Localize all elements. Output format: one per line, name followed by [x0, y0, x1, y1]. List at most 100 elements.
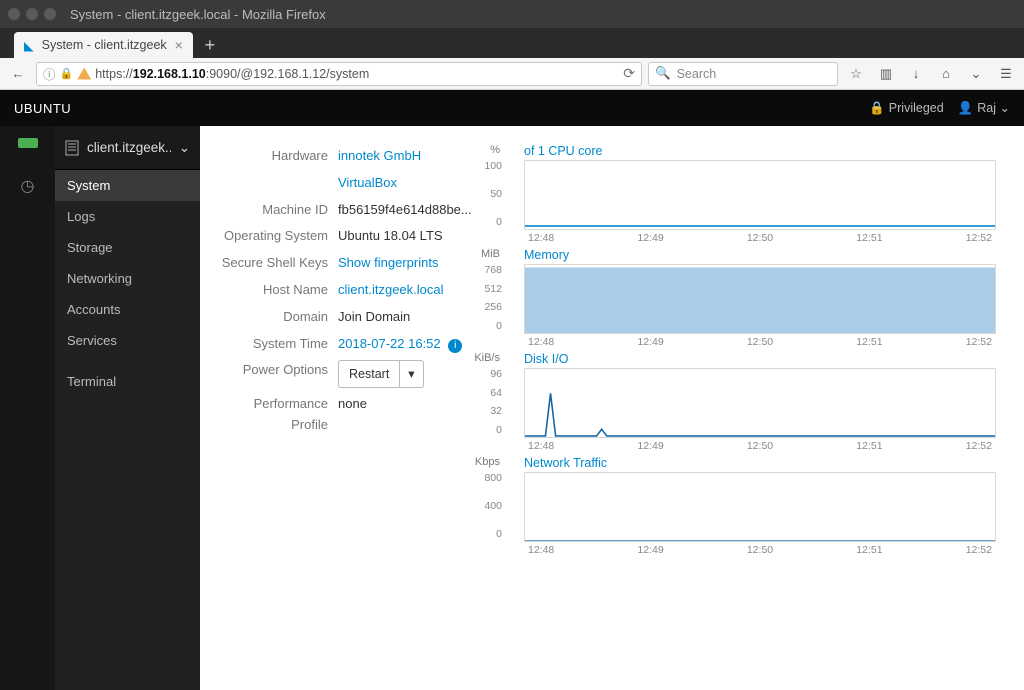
info-icon: i [448, 339, 462, 353]
power-options-button[interactable]: Restart ▾ [338, 360, 424, 388]
nav-accounts[interactable]: Accounts [55, 294, 200, 325]
ytick: 512 [480, 283, 502, 295]
ytick: 0 [480, 528, 502, 540]
chevron-down-icon: ⌄ [1000, 101, 1010, 115]
nav-services[interactable]: Services [55, 325, 200, 356]
side-nav: client.itzgeek.... ⌄ System Logs Storage… [55, 126, 200, 690]
browser-tab[interactable]: ◣ System - client.itzgeek × [14, 32, 193, 58]
label-ssh: Secure Shell Keys [220, 253, 338, 274]
chart-disk-title[interactable]: Disk I/O [524, 352, 568, 366]
ytick: 0 [480, 424, 502, 436]
search-icon: 🔍 [655, 66, 671, 81]
bookmark-star-icon[interactable]: ☆ [844, 62, 868, 86]
ytick: 0 [480, 320, 502, 332]
chart-cpu-unit: % [474, 144, 500, 156]
nav-networking[interactable]: Networking [55, 263, 200, 294]
restart-label: Restart [339, 361, 399, 387]
url-scheme: https:// [95, 67, 133, 81]
back-button[interactable]: ← [6, 62, 30, 86]
security-warning-icon [77, 68, 91, 80]
xtick: 12:48 [528, 440, 554, 452]
chart-network: Kbps Network Traffic 800 400 0 12:48 12:… [504, 458, 996, 556]
chart-cpu-title[interactable]: of 1 CPU core [524, 144, 603, 158]
pocket-icon[interactable]: ⌄ [964, 62, 988, 86]
user-menu[interactable]: 👤Raj ⌄ [958, 100, 1010, 116]
system-info-table: Hardware innotek GmbH VirtualBox Machine… [220, 146, 480, 680]
chart-memory-title[interactable]: Memory [524, 248, 569, 262]
cpu-series-line [525, 225, 995, 227]
value-virtualbox[interactable]: VirtualBox [338, 173, 397, 194]
xtick: 12:51 [856, 232, 882, 244]
window-titlebar: System - client.itzgeek.local - Mozilla … [0, 0, 1024, 28]
nav-system[interactable]: System [55, 170, 200, 201]
label-systime: System Time [220, 334, 338, 355]
value-perf: none [338, 394, 367, 436]
window-maximize-button[interactable] [44, 8, 56, 20]
dashboard-icon[interactable]: ◷ [21, 176, 35, 196]
xtick: 12:50 [747, 544, 773, 556]
value-hardware[interactable]: innotek GmbH [338, 146, 421, 167]
disk-series-line [525, 369, 995, 437]
search-placeholder: Search [677, 67, 717, 81]
xtick: 12:51 [856, 544, 882, 556]
host-name: client.itzgeek.... [87, 140, 171, 155]
host-picker[interactable]: client.itzgeek.... ⌄ [55, 126, 200, 170]
window-title: System - client.itzgeek.local - Mozilla … [70, 7, 326, 22]
chart-disk-plot[interactable] [524, 368, 996, 438]
charts-column: % of 1 CPU core 100 50 0 12:48 12:49 12:… [504, 146, 996, 680]
tab-favicon: ◣ [24, 38, 34, 53]
chart-memory-plot[interactable] [524, 264, 996, 334]
xtick: 12:50 [747, 336, 773, 348]
chart-network-plot[interactable] [524, 472, 996, 542]
chart-network-yaxis: 800 400 0 [480, 472, 502, 540]
content-area: Hardware innotek GmbH VirtualBox Machine… [200, 126, 1024, 690]
url-bar[interactable]: ⓘ 🔒 https://192.168.1.10:9090/@192.168.1… [36, 62, 642, 86]
label-hardware: Hardware [220, 146, 338, 167]
url-text: https://192.168.1.10:9090/@192.168.1.12/… [95, 67, 369, 81]
window-minimize-button[interactable] [26, 8, 38, 20]
value-hostname[interactable]: client.itzgeek.local [338, 280, 444, 301]
tab-close-button[interactable]: × [175, 38, 183, 52]
home-icon[interactable]: ⌂ [934, 62, 958, 86]
ytick: 768 [480, 264, 502, 276]
ytick: 256 [480, 301, 502, 313]
xtick: 12:50 [747, 232, 773, 244]
xtick: 12:51 [856, 440, 882, 452]
chart-cpu-xaxis: 12:48 12:49 12:50 12:51 12:52 [524, 230, 996, 244]
page-icon [65, 140, 79, 156]
lock-icon: 🔒 [869, 101, 885, 115]
value-systime[interactable]: 2018-07-22 16:52 i [338, 334, 462, 355]
chart-memory-yaxis: 768 512 256 0 [480, 264, 502, 332]
url-path: :9090/@192.168.1.12/system [206, 67, 370, 81]
chart-cpu-plot[interactable] [524, 160, 996, 230]
chart-network-title[interactable]: Network Traffic [524, 456, 607, 470]
xtick: 12:52 [966, 544, 992, 556]
value-domain[interactable]: Join Domain [338, 307, 410, 328]
user-icon: 👤 [958, 101, 974, 115]
library-icon[interactable]: ▥ [874, 62, 898, 86]
privileged-indicator[interactable]: 🔒Privileged [869, 101, 943, 116]
info-icon[interactable]: ⓘ [43, 64, 56, 83]
search-box[interactable]: 🔍 Search [648, 62, 838, 86]
chart-disk-xaxis: 12:48 12:49 12:50 12:51 12:52 [524, 438, 996, 452]
new-tab-button[interactable]: + [199, 34, 221, 56]
chart-memory-unit: MiB [474, 248, 500, 260]
xtick: 12:49 [637, 440, 663, 452]
nav-storage[interactable]: Storage [55, 232, 200, 263]
reload-button[interactable]: ⟳ [623, 65, 635, 82]
power-options-dropdown[interactable]: ▾ [399, 361, 422, 387]
xtick: 12:48 [528, 336, 554, 348]
window-close-button[interactable] [8, 8, 20, 20]
browser-navbar: ← ⓘ 🔒 https://192.168.1.10:9090/@192.168… [0, 58, 1024, 90]
value-ssh[interactable]: Show fingerprints [338, 253, 438, 274]
server-icon[interactable] [18, 138, 38, 148]
chevron-down-icon: ⌄ [179, 140, 190, 156]
chart-disk-unit: KiB/s [474, 352, 500, 364]
nav-logs[interactable]: Logs [55, 201, 200, 232]
xtick: 12:49 [637, 336, 663, 348]
ytick: 64 [480, 387, 502, 399]
downloads-icon[interactable]: ↓ [904, 62, 928, 86]
nav-terminal[interactable]: Terminal [55, 366, 200, 397]
xtick: 12:52 [966, 232, 992, 244]
menu-icon[interactable]: ☰ [994, 62, 1018, 86]
